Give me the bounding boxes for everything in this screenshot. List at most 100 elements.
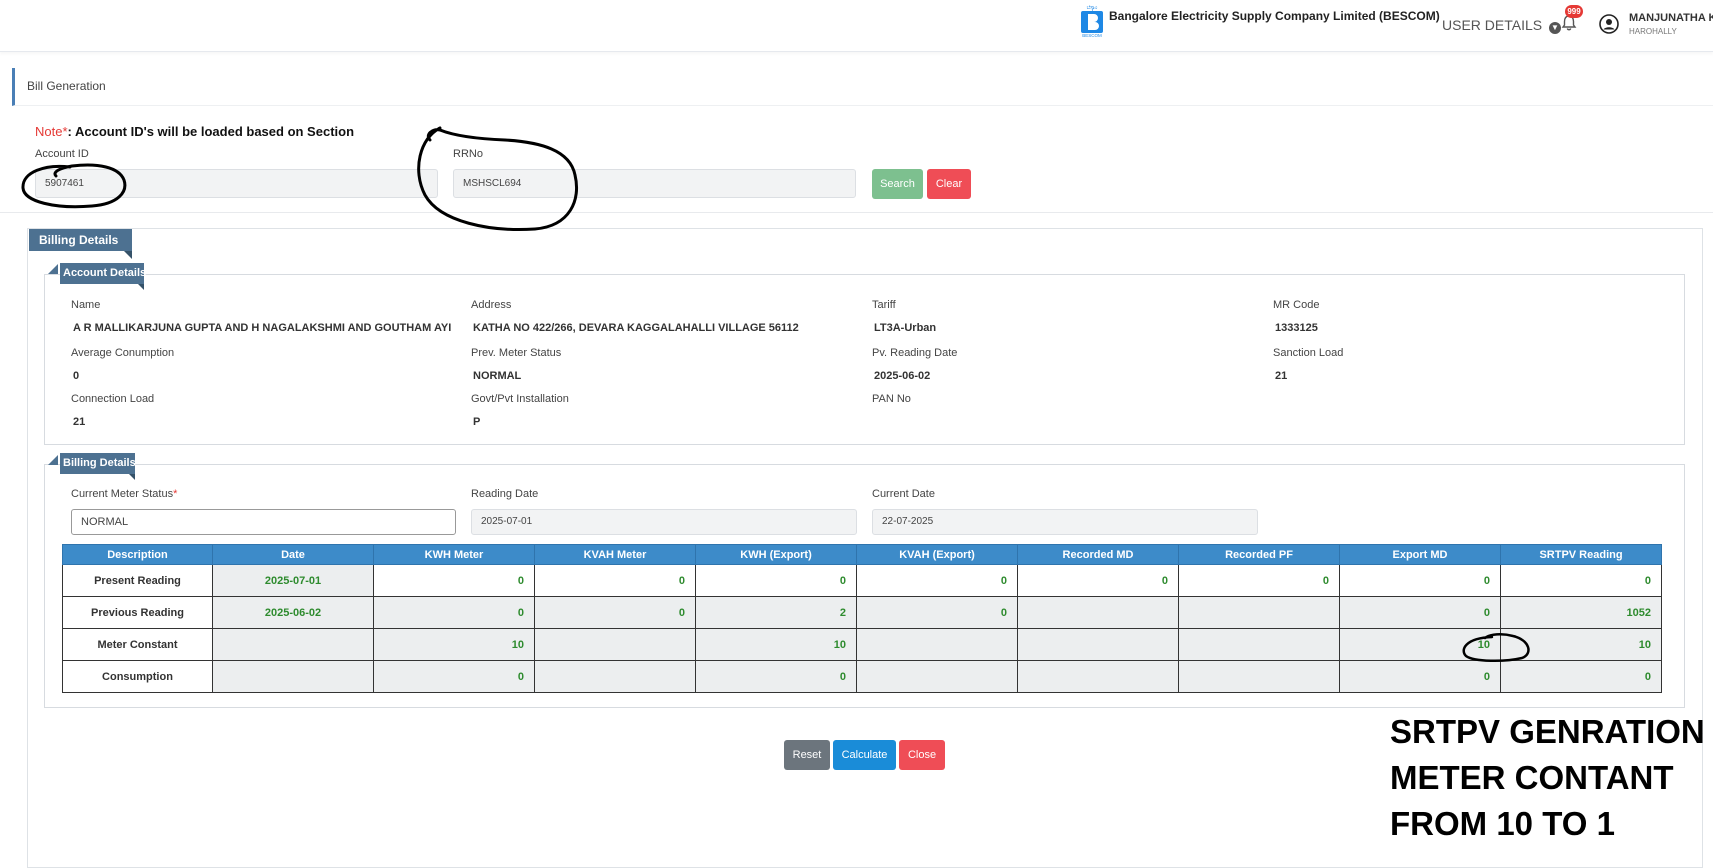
page-title-bar	[12, 68, 1713, 106]
srtpv-reading-cell[interactable]: 0	[1500, 564, 1662, 597]
column-header: KWH Meter	[373, 544, 535, 565]
prev-meter-status-label: Prev. Meter Status	[471, 347, 562, 359]
section-note: Note*: Account ID's will be loaded based…	[35, 124, 354, 139]
table-row: Consumption 0 0 0 0	[62, 660, 1662, 693]
kwh-meter-cell[interactable]: 0	[373, 564, 535, 597]
column-header: SRTPV Reading	[1500, 544, 1662, 565]
user-location: HAROHALLY	[1629, 27, 1677, 36]
search-button[interactable]: Search	[872, 169, 923, 199]
account-id-label: Account ID	[35, 148, 89, 160]
meter-status-select[interactable]: NORMAL	[71, 509, 456, 535]
mr-code-value: 1333125	[1275, 322, 1318, 334]
kvah-export-cell	[856, 660, 1018, 693]
note-text: : Account ID's will be loaded based on S…	[67, 124, 355, 139]
recorded-pf-cell	[1178, 660, 1340, 693]
kwh-meter-cell: 10	[373, 628, 535, 661]
date-cell	[212, 660, 374, 693]
top-navbar: ಬೆಸ್ಕಾಂ BESCOM Bangalore Electricity Sup…	[0, 0, 1713, 52]
note-prefix: Note*	[35, 124, 68, 139]
date-cell[interactable]: 2025-07-01	[212, 564, 374, 597]
export-md-cell: 10	[1339, 628, 1501, 661]
user-avatar-icon[interactable]	[1599, 14, 1619, 34]
account-id-input[interactable]: 5907461	[35, 169, 438, 198]
pv-reading-date-value: 2025-06-02	[874, 370, 931, 382]
avg-consumption-label: Average Conumption	[71, 347, 175, 359]
address-label: Address	[471, 299, 512, 311]
recorded-md-cell	[1017, 628, 1179, 661]
rrno-input[interactable]: MSHSCL694	[453, 169, 856, 198]
tab-fold	[138, 284, 144, 290]
export-md-cell: 0	[1339, 660, 1501, 693]
row-description: Consumption	[62, 660, 213, 693]
row-description: Previous Reading	[62, 596, 213, 629]
reading-date-label: Reading Date	[471, 488, 539, 500]
recorded-pf-cell	[1178, 628, 1340, 661]
avg-consumption-value: 0	[73, 370, 80, 382]
sanction-load-value: 21	[1275, 370, 1288, 382]
sanction-load-label: Sanction Load	[1273, 347, 1344, 359]
reading-date-input[interactable]: 2025-07-01	[471, 509, 857, 535]
mr-code-label: MR Code	[1273, 299, 1320, 311]
billing-details-title: Billing Details	[60, 453, 136, 474]
page-title: Bill Generation	[27, 79, 106, 93]
column-header: KWH (Export)	[695, 544, 857, 565]
srtpv-reading-cell: 1052	[1500, 596, 1662, 629]
kvah-export-cell[interactable]: 0	[856, 564, 1018, 597]
table-header-row: Description Date KWH Meter KVAH Meter KW…	[62, 544, 1662, 565]
reset-button[interactable]: Reset	[784, 740, 830, 770]
recorded-md-cell	[1017, 596, 1179, 629]
address-value: KATHA NO 422/266, DEVARA KAGGALAHALLI VI…	[473, 322, 799, 334]
pv-reading-date-label: Pv. Reading Date	[872, 347, 958, 359]
recorded-pf-cell	[1178, 596, 1340, 629]
column-header: Date	[212, 544, 374, 565]
kwh-export-cell[interactable]: 0	[695, 564, 857, 597]
kwh-meter-cell: 0	[373, 660, 535, 693]
billing-panel-title: Billing Details	[29, 229, 132, 251]
installation-value: P	[473, 416, 481, 428]
connection-load-label: Connection Load	[71, 393, 155, 405]
recorded-md-cell	[1017, 660, 1179, 693]
tab-corner	[48, 455, 58, 465]
kwh-export-cell: 2	[695, 596, 857, 629]
annotation-line-1: SRTPV GENRATION	[1390, 713, 1705, 750]
kwh-meter-cell: 0	[373, 596, 535, 629]
tab-fold	[124, 251, 132, 259]
kvah-meter-cell: 0	[534, 596, 696, 629]
pan-label: PAN No	[872, 393, 911, 405]
column-header: KVAH Meter	[534, 544, 696, 565]
installation-label: Govt/Pvt Installation	[471, 393, 569, 405]
company-name: Bangalore Electricity Supply Company Lim…	[1109, 9, 1440, 23]
clear-button[interactable]: Clear	[927, 169, 971, 199]
tariff-value: LT3A-Urban	[874, 322, 937, 334]
export-md-cell[interactable]: 0	[1339, 564, 1501, 597]
svg-text:BESCOM: BESCOM	[1082, 33, 1102, 38]
recorded-md-cell[interactable]: 0	[1017, 564, 1179, 597]
prev-meter-status-value: NORMAL	[473, 370, 522, 382]
srtpv-reading-cell: 0	[1500, 660, 1662, 693]
close-button[interactable]: Close	[899, 740, 945, 770]
tariff-label: Tariff	[872, 299, 896, 311]
column-header: Export MD	[1339, 544, 1501, 565]
kwh-export-cell: 0	[695, 660, 857, 693]
annotation-line-3: FROM 10 TO 1	[1390, 805, 1615, 842]
column-header: Recorded PF	[1178, 544, 1340, 565]
kvah-meter-cell	[534, 628, 696, 661]
name-value: A R MALLIKARJUNA GUPTA AND H NAGALAKSHMI…	[73, 322, 452, 334]
column-header: KVAH (Export)	[856, 544, 1018, 565]
user-details-dropdown[interactable]: USER DETAILS ▼	[1442, 17, 1561, 34]
date-cell: 2025-06-02	[212, 596, 374, 629]
svg-text:ಬೆಸ್ಕಾಂ: ಬೆಸ್ಕಾಂ	[1087, 5, 1098, 11]
account-details-fieldset	[44, 274, 1685, 445]
kvah-meter-cell[interactable]: 0	[534, 564, 696, 597]
table-row: Previous Reading 2025-06-02 0 0 2 0 0 10…	[62, 596, 1662, 629]
tab-corner	[48, 264, 58, 274]
connection-load-value: 21	[73, 416, 86, 428]
account-details-title: Account Details	[60, 263, 146, 284]
calculate-button[interactable]: Calculate	[833, 740, 896, 770]
recorded-pf-cell[interactable]: 0	[1178, 564, 1340, 597]
bescom-logo-icon: ಬೆಸ್ಕಾಂ BESCOM	[1081, 5, 1103, 38]
annotation-line-2: METER CONTANT	[1390, 759, 1674, 796]
kwh-export-cell: 10	[695, 628, 857, 661]
required-asterisk: *	[173, 488, 178, 500]
user-name: MANJUNATHA K	[1629, 12, 1713, 24]
